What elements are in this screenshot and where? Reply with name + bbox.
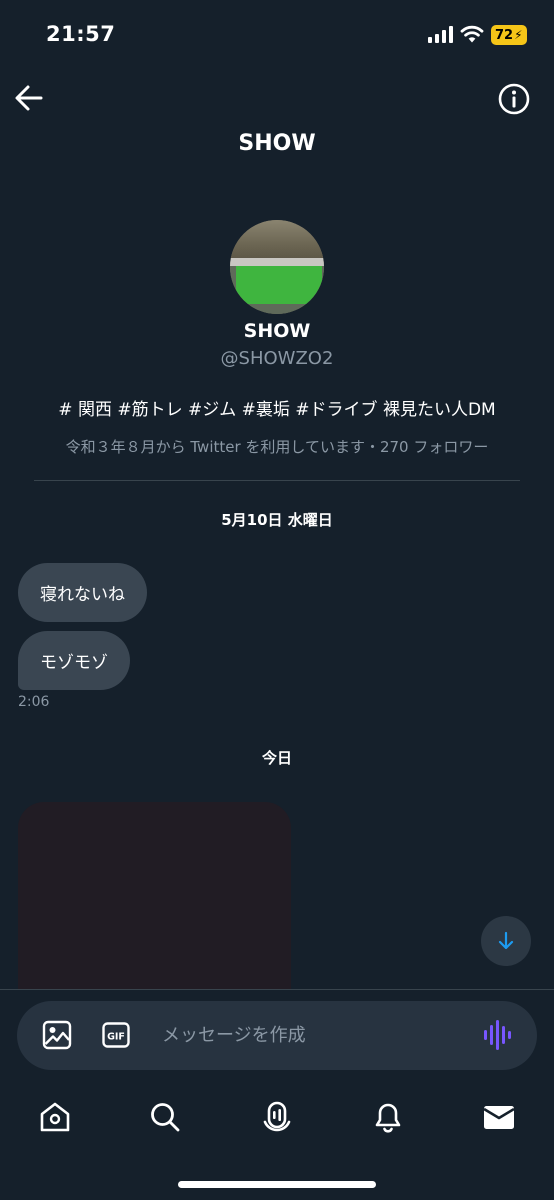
gif-label: GIF bbox=[107, 1032, 125, 1043]
profile-name[interactable]: SHOW bbox=[0, 320, 554, 342]
message-bubble[interactable]: モゾモゾ bbox=[18, 631, 130, 690]
profile-handle[interactable]: @SHOWZO2 bbox=[0, 348, 554, 369]
search-icon bbox=[151, 1103, 180, 1132]
tab-messages[interactable] bbox=[479, 1097, 519, 1137]
message-timestamp: 2:06 bbox=[18, 694, 50, 710]
wifi-icon bbox=[460, 25, 484, 43]
composer-divider bbox=[0, 989, 554, 990]
info-icon[interactable] bbox=[497, 82, 531, 116]
spaces-icon bbox=[263, 1101, 291, 1132]
back-arrow-icon[interactable] bbox=[14, 84, 44, 112]
conversation-title: SHOW bbox=[238, 131, 316, 156]
media-message[interactable] bbox=[18, 802, 291, 990]
message-bubble[interactable]: 寝れないね bbox=[18, 563, 147, 622]
divider bbox=[34, 480, 520, 481]
notifications-icon bbox=[375, 1103, 401, 1133]
battery-indicator: 72 ⚡ bbox=[491, 25, 527, 45]
date-separator: 5月10日 水曜日 bbox=[221, 511, 333, 529]
arrow-down-icon bbox=[498, 931, 514, 950]
avatar[interactable] bbox=[230, 220, 324, 314]
battery-level: 72 bbox=[495, 27, 514, 43]
tab-spaces[interactable] bbox=[257, 1097, 297, 1137]
profile-meta: 令和３年８月から Twitter を利用しています・270 フォロワー bbox=[65, 438, 489, 456]
image-icon[interactable] bbox=[42, 1020, 72, 1050]
home-indicator bbox=[178, 1181, 376, 1188]
home-icon bbox=[40, 1102, 70, 1132]
cellular-signal-icon bbox=[428, 26, 453, 43]
gif-icon[interactable]: GIF bbox=[102, 1022, 130, 1048]
messages-icon bbox=[483, 1106, 515, 1129]
tab-notifications[interactable] bbox=[368, 1097, 408, 1137]
profile-bio: # 関西 #筋トレ #ジム #裏垢 #ドライブ 裸見たい人DM bbox=[58, 400, 496, 420]
message-input[interactable] bbox=[162, 1020, 462, 1050]
tab-home[interactable] bbox=[35, 1097, 75, 1137]
charging-bolt-icon: ⚡ bbox=[514, 28, 523, 42]
scroll-to-bottom-button[interactable] bbox=[481, 916, 531, 966]
status-time: 21:57 bbox=[46, 22, 116, 46]
voice-message-icon[interactable] bbox=[483, 1019, 511, 1051]
date-separator-today: 今日 bbox=[261, 749, 292, 767]
tab-search[interactable] bbox=[145, 1097, 185, 1137]
